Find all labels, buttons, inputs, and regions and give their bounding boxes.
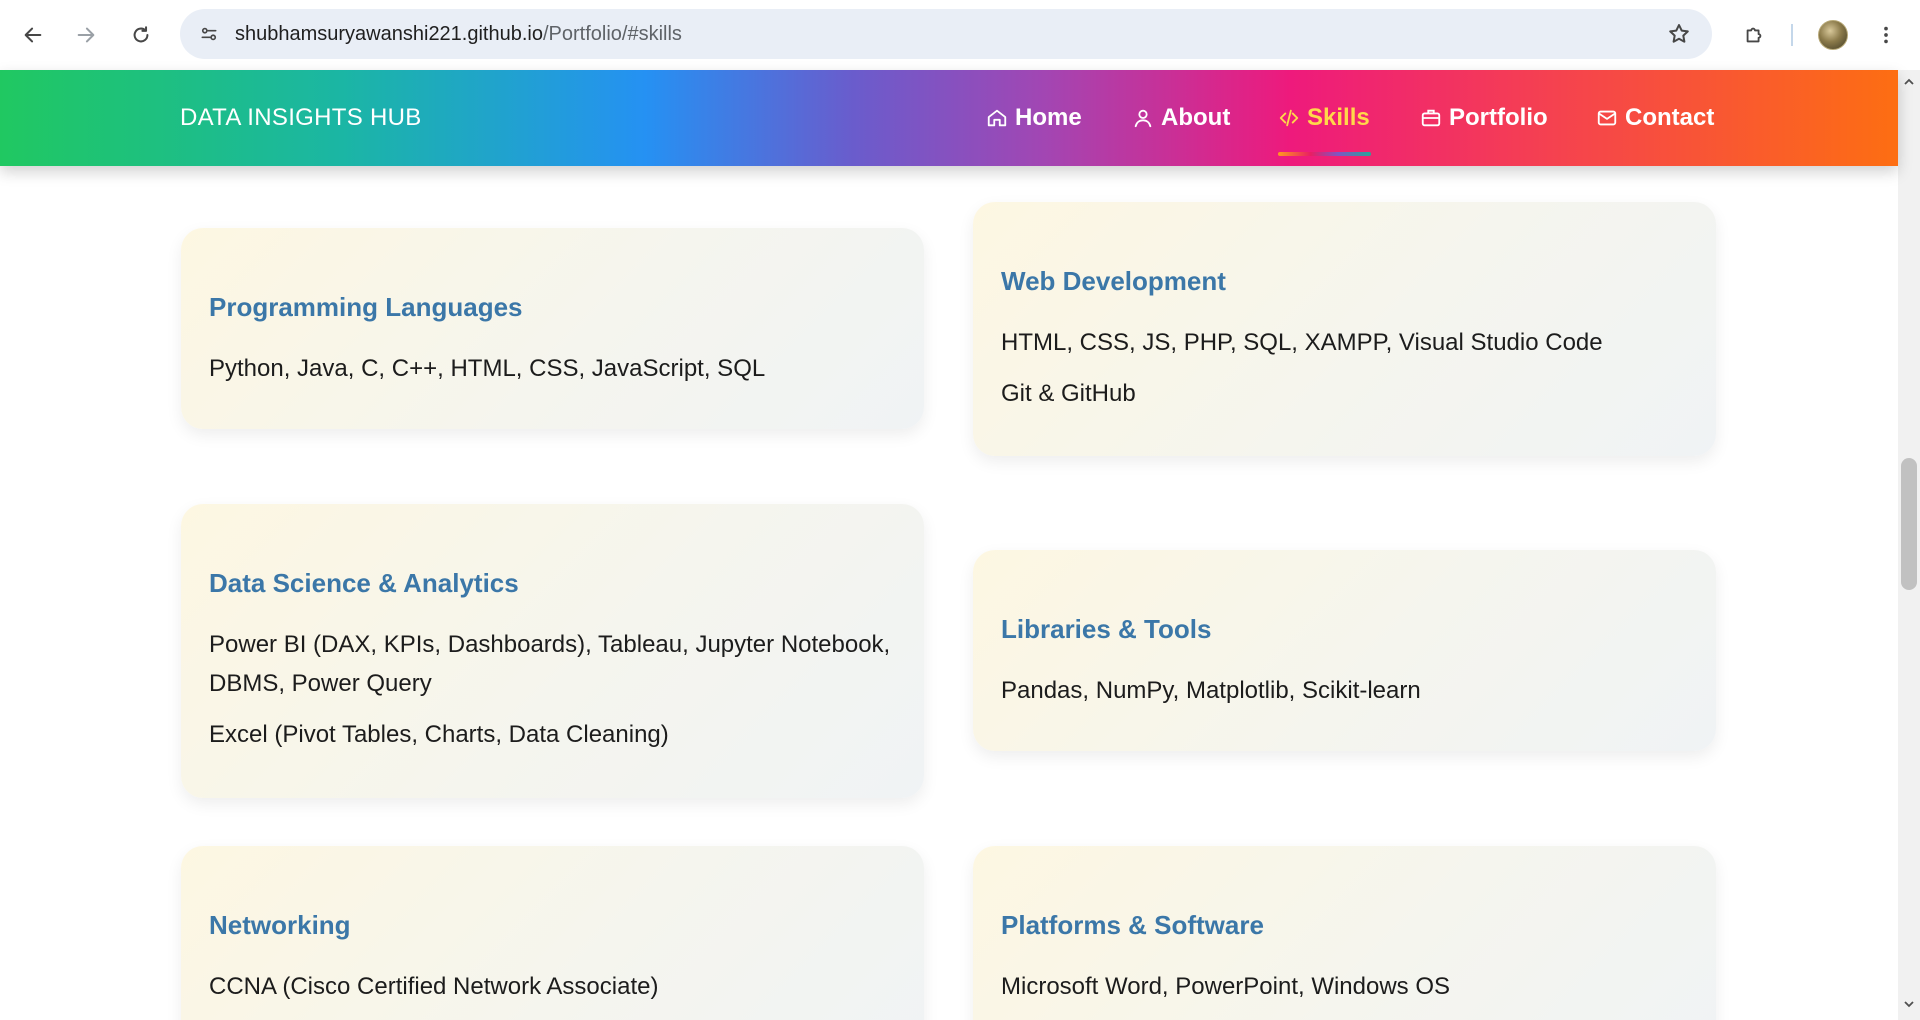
skill-card-text: Power BI (DAX, KPIs, Dashboards), Tablea… (209, 631, 891, 697)
active-nav-underline (1278, 152, 1371, 156)
skill-card-text: HTML, CSS, JS, PHP, SQL, XAMPP, Visual S… (1001, 329, 1603, 356)
skill-card-text: Excel (Pivot Tables, Charts, Data Cleani… (209, 721, 669, 748)
skill-card-text: Python, Java, C, C++, HTML, CSS, JavaScr… (209, 355, 766, 382)
skill-card-platforms-software: Platforms & Software Microsoft Word, Pow… (973, 846, 1716, 1020)
site-navbar: DATA INSIGHTS HUB Home About Skills Port… (0, 70, 1898, 166)
forward-button[interactable] (66, 15, 106, 55)
nav-label-contact: Contact (1625, 104, 1715, 131)
site-info-button[interactable] (192, 17, 226, 51)
nav-label-skills: Skills (1307, 104, 1370, 131)
browser-toolbar: shubhamsuryawanshi221.github.io/Portfoli… (0, 0, 1920, 70)
page-scrollbar[interactable] (1898, 70, 1920, 1020)
briefcase-icon (1421, 109, 1441, 127)
skill-card-text: CCNA (Cisco Certified Network Associate) (209, 973, 659, 1000)
skill-card-libraries-tools: Libraries & Tools Pandas, NumPy, Matplot… (973, 550, 1716, 751)
skill-card-web-development: Web Development HTML, CSS, JS, PHP, SQL,… (973, 202, 1716, 456)
user-icon (1134, 109, 1152, 128)
kebab-menu-icon (1884, 26, 1888, 44)
nav-label-home: Home (1015, 104, 1082, 131)
skill-card-title: Libraries & Tools (1001, 614, 1212, 644)
skill-card-programming: Programming Languages Python, Java, C, C… (181, 228, 924, 429)
scrollbar-thumb[interactable] (1901, 458, 1917, 590)
back-arrow-icon (24, 27, 42, 43)
skill-card-networking: Networking CCNA (Cisco Certified Network… (181, 846, 924, 1020)
skill-card-title: Networking (209, 910, 351, 940)
back-button[interactable] (13, 15, 53, 55)
nav-label-portfolio: Portfolio (1449, 104, 1548, 131)
browser-menu-button[interactable] (1866, 15, 1906, 55)
skill-card-title: Platforms & Software (1001, 910, 1264, 940)
bookmark-star-icon (1669, 24, 1689, 43)
nav-item-contact[interactable]: Contact (1596, 104, 1714, 132)
url-domain: shubhamsuryawanshi221.github.io (235, 23, 543, 45)
nav-menu: Home About Skills Portfolio Contact (0, 70, 1898, 166)
profile-avatar[interactable] (1818, 20, 1848, 50)
forward-arrow-icon (77, 27, 95, 43)
url-text[interactable]: shubhamsuryawanshi221.github.io/Portfoli… (235, 23, 682, 46)
nav-item-about[interactable]: About (1132, 104, 1230, 132)
site-info-icon (201, 27, 217, 41)
mail-icon (1597, 110, 1617, 126)
reload-button[interactable] (121, 15, 161, 55)
scroll-up-arrow-icon[interactable] (1903, 76, 1915, 88)
skill-card-text: Git & GitHub (1001, 380, 1136, 407)
code-icon (1279, 109, 1299, 127)
skills-section: Programming Languages Python, Java, C, C… (0, 166, 1898, 1020)
extensions-button[interactable] (1734, 15, 1774, 55)
address-bar[interactable]: shubhamsuryawanshi221.github.io/Portfoli… (180, 9, 1712, 59)
reload-icon (133, 26, 149, 43)
extensions-puzzle-icon (1746, 27, 1762, 43)
bookmark-button[interactable] (1664, 19, 1694, 49)
toolbar-divider (1791, 24, 1793, 46)
skill-card-text: Microsoft Word, PowerPoint, Windows OS (1001, 973, 1451, 1000)
skill-card-title: Data Science & Analytics (209, 568, 519, 598)
skill-card-text: Pandas, NumPy, Matplotlib, Scikit-learn (1001, 677, 1421, 704)
skill-card-title: Programming Languages (209, 292, 523, 322)
skill-card-title: Web Development (1001, 266, 1226, 296)
nav-item-portfolio[interactable]: Portfolio (1420, 104, 1548, 132)
nav-item-home[interactable]: Home (986, 104, 1082, 132)
nav-item-skills[interactable]: Skills (1278, 104, 1370, 132)
scroll-down-arrow-icon[interactable] (1903, 998, 1915, 1010)
home-icon (987, 109, 1007, 127)
url-path: /Portfolio/#skills (542, 23, 682, 45)
skill-card-data-science: Data Science & Analytics Power BI (DAX, … (181, 504, 924, 798)
nav-label-about: About (1161, 104, 1231, 131)
